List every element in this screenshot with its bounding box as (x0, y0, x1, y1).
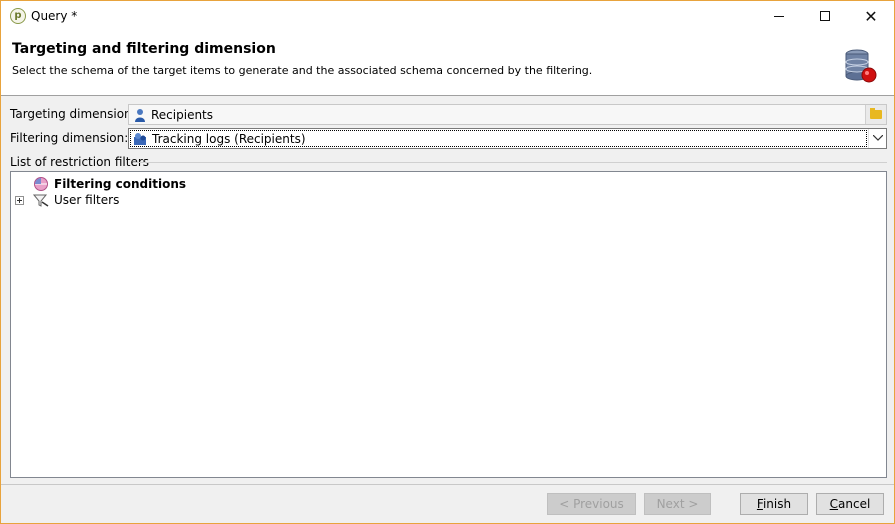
window-title: Query * (31, 9, 78, 23)
minimize-button[interactable] (756, 1, 802, 32)
page-title: Targeting and filtering dimension (12, 41, 276, 57)
adobe-campaign-icon: p (10, 8, 26, 24)
finish-label: inish (762, 497, 792, 511)
targeting-dimension-label: Targeting dimension: (10, 107, 136, 121)
filtering-conditions-icon (34, 177, 48, 191)
expand-icon[interactable] (15, 196, 24, 205)
targeting-dimension-value: Recipients (151, 108, 214, 122)
close-icon: ✕ (864, 7, 878, 26)
recipient-icon (135, 109, 145, 122)
tracking-logs-icon (134, 133, 146, 145)
close-button[interactable]: ✕ (848, 1, 894, 32)
title-bar[interactable]: p Query * ✕ (1, 1, 894, 32)
user-filters-icon (33, 194, 49, 207)
minimize-icon (774, 16, 784, 17)
filtering-dimension-value: Tracking logs (Recipients) (152, 132, 306, 146)
page-subtitle: Select the schema of the target items to… (12, 64, 593, 77)
wizard-header: Targeting and filtering dimension Select… (1, 32, 894, 96)
tree-item-label: Filtering conditions (54, 177, 187, 191)
finish-button[interactable]: Finish (740, 493, 808, 515)
cancel-label: ancel (838, 497, 871, 511)
next-button[interactable]: Next > (644, 493, 711, 515)
dropdown-arrow-button[interactable] (868, 129, 886, 148)
query-dialog: p Query * ✕ Targeting and filtering dime… (0, 0, 895, 524)
maximize-icon (820, 11, 830, 21)
tree-item-label: User filters (54, 193, 120, 207)
maximize-button[interactable] (802, 1, 848, 32)
targeting-dimension-field[interactable]: Recipients (128, 104, 887, 125)
group-divider (133, 162, 887, 163)
footer-divider (1, 484, 894, 485)
select-schema-button[interactable] (865, 105, 886, 124)
cancel-mnemonic: C (829, 497, 839, 511)
cancel-button[interactable]: Cancel (816, 493, 884, 515)
chevron-down-icon (873, 135, 883, 141)
previous-button[interactable]: < Previous (547, 493, 636, 515)
filtering-dimension-select[interactable]: Tracking logs (Recipients) (128, 128, 887, 149)
database-icon (845, 49, 877, 83)
filtering-dimension-label: Filtering dimension: (10, 131, 129, 145)
restriction-filters-label: List of restriction filters (10, 155, 150, 169)
restriction-filters-tree[interactable]: Filtering conditions User filters (10, 171, 887, 478)
folder-icon (870, 110, 882, 119)
